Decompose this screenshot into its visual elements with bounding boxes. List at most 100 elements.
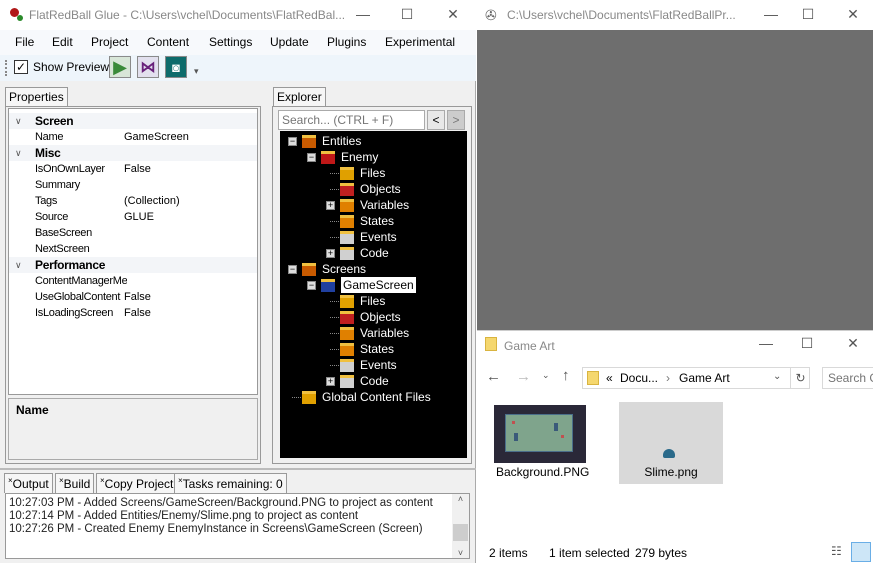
tree-node[interactable]: + Variables: [280, 197, 467, 213]
tab-properties[interactable]: Properties: [5, 87, 68, 107]
property-row[interactable]: UseGlobalContent False: [9, 289, 257, 305]
tree-node[interactable]: Global Content Files: [280, 389, 467, 405]
property-category[interactable]: ∨ Screen: [9, 113, 257, 129]
tree-node[interactable]: − Entities: [280, 133, 467, 149]
scroll-up-icon[interactable]: ˄: [452, 494, 469, 504]
fe-minimize-button[interactable]: —: [756, 335, 776, 351]
property-row[interactable]: IsLoadingScreen False: [9, 305, 257, 321]
tree-node[interactable]: − Screens: [280, 261, 467, 277]
file-background-png[interactable]: [494, 405, 586, 463]
play-button[interactable]: ▶: [109, 56, 131, 78]
tree-node[interactable]: + Code: [280, 245, 467, 261]
visual-studio-button[interactable]: ⋈: [137, 56, 159, 78]
menu-experimental[interactable]: Experimental: [385, 35, 455, 49]
preview-canvas[interactable]: [477, 30, 873, 330]
tree-node[interactable]: Objects: [280, 181, 467, 197]
property-value[interactable]: False: [124, 289, 151, 305]
property-category[interactable]: ∨ Misc: [9, 145, 257, 161]
property-row[interactable]: IsOnOwnLayer False: [9, 161, 257, 177]
tree-node[interactable]: + Code: [280, 373, 467, 389]
expand-icon[interactable]: +: [326, 377, 335, 386]
show-preview-label[interactable]: Show Preview: [33, 60, 109, 74]
property-category[interactable]: ∨ Performance: [9, 257, 257, 273]
property-row[interactable]: BaseScreen: [9, 225, 257, 241]
file-name[interactable]: Background.PNG: [496, 465, 589, 479]
toolbar-overflow-icon[interactable]: ▾: [194, 66, 199, 77]
splitter[interactable]: [0, 468, 476, 470]
forward-arrow-icon[interactable]: →: [516, 368, 531, 385]
property-row[interactable]: NextScreen: [9, 241, 257, 257]
large-icons-view-icon[interactable]: [851, 542, 871, 562]
preview-close-button[interactable]: ✕: [843, 6, 863, 23]
expand-icon[interactable]: +: [326, 249, 335, 258]
file-search-input[interactable]: [822, 367, 873, 389]
property-value[interactable]: False: [124, 305, 151, 321]
refresh-icon[interactable]: ↻: [790, 368, 810, 388]
screenshot-button[interactable]: ◙: [165, 56, 187, 78]
breadcrumb-documents[interactable]: Docu...: [620, 371, 658, 385]
scroll-down-icon[interactable]: ˅: [452, 548, 469, 558]
menu-file[interactable]: File: [15, 35, 34, 49]
tree-node[interactable]: States: [280, 341, 467, 357]
tab-explorer[interactable]: Explorer: [273, 87, 326, 107]
tab-output[interactable]: ×Output: [4, 473, 53, 493]
menu-settings[interactable]: Settings: [209, 35, 252, 49]
back-button[interactable]: <: [427, 110, 445, 130]
address-bar[interactable]: « Docu... › Game Art ⌄ ↻: [582, 367, 810, 389]
file-slime-png[interactable]: Slime.png: [619, 402, 723, 484]
property-row[interactable]: Summary: [9, 177, 257, 193]
close-button[interactable]: ✕: [443, 6, 463, 23]
fe-maximize-button[interactable]: ☐: [797, 335, 817, 352]
output-scrollbar[interactable]: ˄ ˅: [452, 494, 469, 558]
property-row[interactable]: Name GameScreen: [9, 129, 257, 145]
property-value[interactable]: (Collection): [124, 193, 180, 209]
explorer-search-input[interactable]: [278, 110, 425, 130]
recent-dropdown-icon[interactable]: ⌄: [542, 370, 550, 381]
chevron-down-icon[interactable]: ∨: [15, 113, 22, 129]
minimize-button[interactable]: —: [353, 6, 373, 22]
property-row[interactable]: ContentManagerMethod: [9, 273, 257, 289]
tree-node[interactable]: − Enemy: [280, 149, 467, 165]
tree-node[interactable]: Events: [280, 229, 467, 245]
property-row[interactable]: Tags (Collection): [9, 193, 257, 209]
scroll-thumb[interactable]: [453, 524, 468, 541]
tree-node[interactable]: − GameScreen: [280, 277, 467, 293]
collapse-icon[interactable]: −: [307, 153, 316, 162]
collapse-icon[interactable]: −: [288, 137, 297, 146]
forward-button[interactable]: >: [447, 110, 465, 130]
property-row[interactable]: Source GLUE: [9, 209, 257, 225]
tree-node[interactable]: States: [280, 213, 467, 229]
details-view-icon[interactable]: ☷: [831, 544, 842, 558]
fe-close-button[interactable]: ✕: [843, 335, 863, 352]
tree-node[interactable]: Events: [280, 357, 467, 373]
breadcrumb-separator[interactable]: ›: [666, 371, 670, 385]
tree-node[interactable]: Objects: [280, 309, 467, 325]
preview-minimize-button[interactable]: —: [761, 6, 781, 22]
back-arrow-icon[interactable]: ←: [486, 368, 501, 385]
breadcrumb-game-art[interactable]: Game Art: [679, 371, 730, 385]
collapse-icon[interactable]: −: [288, 265, 297, 274]
show-preview-checkbox[interactable]: ✓: [14, 60, 28, 74]
breadcrumb-overflow[interactable]: «: [606, 371, 613, 385]
collapse-icon[interactable]: −: [307, 281, 316, 290]
menu-project[interactable]: Project: [91, 35, 128, 49]
preview-maximize-button[interactable]: ☐: [798, 6, 818, 23]
menu-content[interactable]: Content: [147, 35, 189, 49]
menu-update[interactable]: Update: [270, 35, 309, 49]
tab-build[interactable]: ×Build: [55, 473, 95, 493]
up-arrow-icon[interactable]: ↑: [562, 367, 570, 384]
tab-copy-project[interactable]: ×Copy Project: [96, 473, 178, 493]
chevron-down-icon[interactable]: ∨: [15, 257, 22, 273]
tree-node[interactable]: Files: [280, 165, 467, 181]
property-value[interactable]: GLUE: [124, 209, 154, 225]
tab-tasks[interactable]: ×Tasks remaining: 0: [174, 473, 287, 493]
expand-icon[interactable]: +: [326, 201, 335, 210]
tree-node[interactable]: Variables: [280, 325, 467, 341]
tree-node[interactable]: Files: [280, 293, 467, 309]
maximize-button[interactable]: ☐: [397, 6, 417, 23]
property-value[interactable]: GameScreen: [124, 129, 189, 145]
menu-plugins[interactable]: Plugins: [327, 35, 366, 49]
address-dropdown-icon[interactable]: ⌄: [773, 371, 781, 382]
output-log[interactable]: 10:27:03 PM - Added Screens/GameScreen/B…: [5, 493, 470, 559]
chevron-down-icon[interactable]: ∨: [15, 145, 22, 161]
